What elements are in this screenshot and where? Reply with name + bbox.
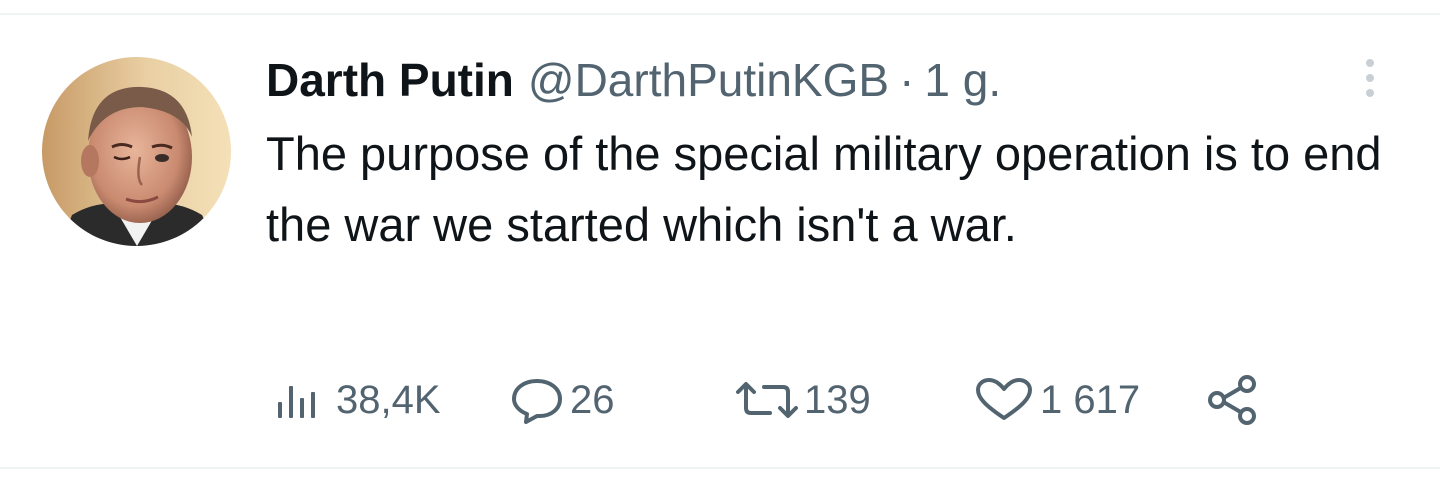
share-nodes-icon (1208, 375, 1256, 425)
tweet-actions: 38,4K 26 139 1 617 (0, 370, 1440, 430)
author-name[interactable]: Darth Putin (266, 50, 514, 110)
tweet-text: The purpose of the special military oper… (266, 127, 1382, 251)
heart-icon (976, 378, 1032, 420)
more-dot (1366, 74, 1374, 82)
author-handle[interactable]: @DarthPutinKGB (528, 50, 889, 110)
retweet-count: 139 (804, 377, 871, 422)
views-count: 38,4K (336, 377, 441, 422)
views-button[interactable]: 38,4K (276, 370, 441, 430)
more-options-button[interactable] (1350, 50, 1390, 106)
avatar[interactable] (42, 57, 231, 246)
reply-button[interactable]: 26 (510, 370, 615, 430)
header-separator: · (899, 54, 915, 106)
retweet-button[interactable]: 139 (732, 370, 871, 430)
speech-bubble-icon (512, 379, 562, 424)
like-button[interactable]: 1 617 (974, 370, 1140, 430)
retweet-arrows-icon (736, 382, 798, 418)
share-button[interactable] (1206, 370, 1260, 430)
tweet-timestamp[interactable]: 1 g. (924, 50, 1001, 110)
top-divider (0, 13, 1440, 15)
more-vertical-dots-icon (1366, 59, 1374, 67)
views-bar-chart-icon (278, 386, 315, 418)
like-count: 1 617 (1040, 377, 1141, 422)
bottom-divider (0, 467, 1440, 469)
tweet-header: Darth Putin @DarthPutinKGB · 1 g. (266, 50, 1001, 110)
reply-count: 26 (570, 377, 615, 422)
more-dot (1366, 89, 1374, 97)
